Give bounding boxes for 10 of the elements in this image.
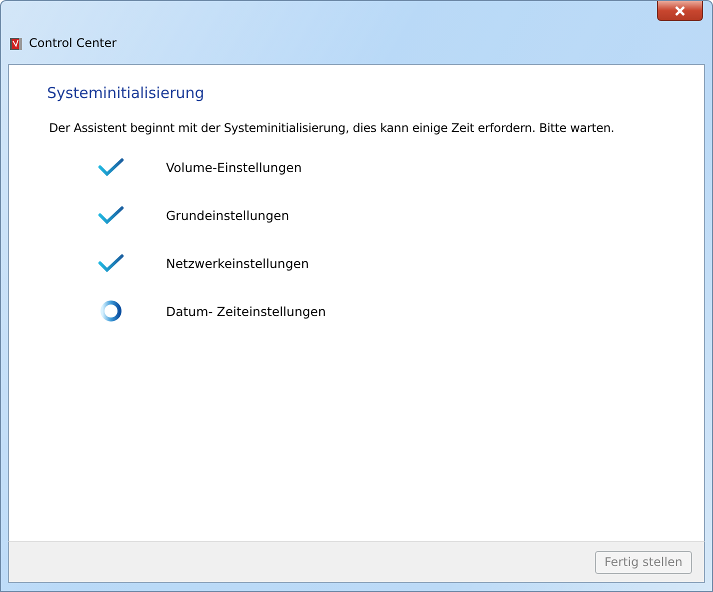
step-label: Datum- Zeiteinstellungen bbox=[166, 304, 326, 318]
step-label: Netzwerkeinstellungen bbox=[166, 256, 309, 270]
page-heading: Systeminitialisierung bbox=[47, 84, 206, 102]
close-button[interactable] bbox=[657, 1, 703, 21]
step-label: Volume-Einstellungen bbox=[166, 160, 302, 174]
close-icon bbox=[674, 6, 686, 16]
app-icon bbox=[8, 35, 24, 51]
window-title: Control Center bbox=[29, 36, 117, 50]
status-message: Der Assistent beginnt mit der Systeminitialisierung, dies kann einige Zeit erfordern. Bitte warten. bbox=[49, 121, 616, 135]
step-label: Grundeinstellungen bbox=[166, 208, 290, 222]
